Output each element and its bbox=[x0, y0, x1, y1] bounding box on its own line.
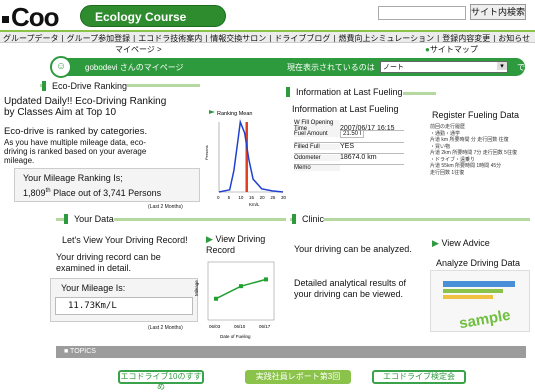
topics-bar: ■ TOPICS bbox=[56, 346, 526, 358]
register-fueling-link[interactable]: Register Fueling Data bbox=[432, 110, 519, 121]
series-line bbox=[218, 119, 284, 193]
ranking-desc: Eco-drive is ranked by categories. bbox=[4, 126, 148, 137]
tick-label: 30 bbox=[281, 195, 287, 200]
view-advice-link[interactable]: ▶ View Advice bbox=[432, 238, 490, 249]
ranking-intro: Updated Daily!! Eco-Driving Ranking by Cl… bbox=[4, 96, 167, 118]
tick-label: 0 bbox=[217, 195, 220, 200]
topic-banner[interactable]: 実践社員レポート第3回 bbox=[245, 370, 351, 384]
table-row: Filled Full YES bbox=[294, 143, 404, 154]
your-data-sub: Let's View Your Driving Record! bbox=[62, 235, 188, 245]
eco-icon: ☺ bbox=[50, 56, 72, 78]
global-nav: グループデータ | グループ参加登録 | エコドラ技術案内 | 情報交換サロン | ドライブブロ… bbox=[0, 30, 535, 43]
rank-note: (Last 2 Months) bbox=[148, 204, 183, 210]
section-title-your-data: Your Data bbox=[64, 214, 114, 224]
nav-item[interactable]: エコドラ技術案内 bbox=[135, 32, 205, 42]
divider bbox=[290, 218, 530, 221]
car-select[interactable]: ノート ▾ bbox=[380, 61, 508, 73]
nav-item[interactable]: お知らせ bbox=[495, 32, 533, 42]
tick-label: 15 bbox=[249, 195, 255, 200]
ecology-course-badge: Ecology Course bbox=[80, 5, 226, 27]
mileage-label: Your Mileage Is: bbox=[61, 283, 126, 293]
topic-banner[interactable]: エコドライブ10のすすめ bbox=[118, 370, 204, 391]
arrow-icon: ▶ bbox=[206, 234, 213, 244]
clinic-line2: Detailed analytical results of your drivi… bbox=[294, 278, 407, 299]
chart-title: Ranking Mean bbox=[217, 111, 252, 117]
tick-label: 25 bbox=[270, 195, 276, 200]
arrow-icon: ▶ bbox=[432, 238, 439, 248]
rank-box: Your Mileage Ranking Is; 1,809th Place o… bbox=[14, 168, 200, 202]
nav-item[interactable]: 登録内容変更 bbox=[439, 32, 493, 42]
your-data-desc: Your driving record can be examined in de… bbox=[56, 252, 161, 273]
plot-area bbox=[207, 261, 275, 321]
sample-bar bbox=[443, 281, 515, 287]
site-search-button[interactable]: サイト内検索 bbox=[470, 4, 526, 20]
view-driving-record-link[interactable]: ▶ View Driving Record bbox=[206, 234, 265, 256]
ranking-note: As you have multiple mileage data, eco-d… bbox=[4, 138, 147, 165]
user-label: gobodevi さんのマイページ bbox=[85, 63, 184, 72]
tick-label: 5 bbox=[228, 195, 231, 200]
sample-bar bbox=[443, 295, 493, 299]
table-row: Fuel Amount 21.50 l bbox=[294, 130, 404, 143]
x-axis-label: Km/L bbox=[249, 202, 260, 207]
nav-item[interactable]: 燃費向上シミュレーション bbox=[335, 32, 437, 42]
mileage-note: (Last 2 Months) bbox=[148, 325, 183, 331]
nav-item[interactable]: ドライブブログ bbox=[271, 32, 333, 42]
tick-label: 06/03 bbox=[209, 324, 221, 329]
driving-record-chart: Mileage 06/03 06/10 06/17 Date of Fueling bbox=[190, 256, 282, 346]
section-title-fueling: Information at Last Fueling bbox=[286, 87, 403, 97]
mileage-value: 11.73Km/L bbox=[55, 297, 193, 315]
rank-value: 1,809th Place out of 3,741 Persons bbox=[23, 188, 162, 198]
section-title-ranking: Eco-Drive Ranking bbox=[42, 81, 128, 91]
clinic-line1: Your driving can be analyzed. bbox=[294, 244, 412, 254]
driving-record-chart-svg: Mileage 06/03 06/10 06/17 Date of Fueling bbox=[194, 261, 275, 339]
register-details: 前回の走行履歴 ・通勤・通学 片道 km 所要時間 分 走行回数 往復 ・買い物 片道 … bbox=[430, 124, 517, 176]
data-point bbox=[239, 284, 243, 289]
rank-label: Your Mileage Ranking Is; bbox=[23, 173, 123, 183]
fueling-table: W Fill Opening Time 2007/06/17 16:15 Fuel… bbox=[294, 120, 404, 180]
current-view-label: 現在表示されているのは bbox=[287, 63, 375, 72]
tick-label: 10 bbox=[238, 195, 244, 200]
sitemap-link[interactable]: ●サイトマップ bbox=[425, 44, 478, 55]
table-row: Odometer 18674.0 km bbox=[294, 154, 404, 165]
sample-watermark: sample bbox=[457, 306, 512, 333]
site-search-input[interactable] bbox=[378, 6, 466, 20]
y-axis-label: Persons bbox=[205, 145, 209, 160]
tick-label: 06/10 bbox=[234, 324, 246, 329]
ranking-chart-svg: Ranking Mean Persons 0 5 10 15 20 25 30 Km/L bbox=[204, 110, 287, 207]
table-row: Memo bbox=[294, 165, 404, 179]
sample-bar bbox=[443, 289, 503, 293]
chevron-down-icon: ▾ bbox=[497, 62, 507, 70]
suffix-label: です bbox=[517, 63, 525, 83]
fueling-subtitle: Information at Last Fueling bbox=[292, 104, 399, 114]
analyze-driving-link[interactable]: Analyze Driving Data bbox=[436, 258, 520, 269]
analyze-sample-thumbnail[interactable]: sample bbox=[430, 270, 530, 332]
ranking-chart: Ranking Mean Persons 0 5 10 15 20 25 30 Km/L bbox=[204, 100, 287, 212]
data-point bbox=[264, 277, 268, 282]
x-axis-label: Date of Fueling bbox=[220, 334, 251, 339]
nav-item[interactable]: 情報交換サロン bbox=[207, 32, 269, 42]
tick-label: 20 bbox=[260, 195, 266, 200]
mileage-box: Your Mileage Is: 11.73Km/L bbox=[50, 278, 198, 322]
mypage-bar: ☺ gobodevi さんのマイページ 現在表示されているのは ノート ▾ です bbox=[50, 56, 525, 83]
nav-item[interactable]: グループ参加登録 bbox=[64, 32, 134, 42]
topic-banner[interactable]: エコドライブ検定会 bbox=[372, 370, 466, 384]
section-title-clinic: Clinic bbox=[292, 214, 325, 224]
breadcrumb-mypage[interactable]: マイページ > bbox=[115, 44, 162, 55]
coo-logo[interactable]: Coo bbox=[2, 2, 60, 33]
tick-label: 06/17 bbox=[259, 324, 271, 329]
nav-item[interactable]: グループデータ bbox=[0, 32, 62, 42]
data-point bbox=[214, 296, 218, 301]
y-axis-label: Mileage bbox=[194, 280, 199, 296]
arrow-icon bbox=[209, 110, 215, 114]
